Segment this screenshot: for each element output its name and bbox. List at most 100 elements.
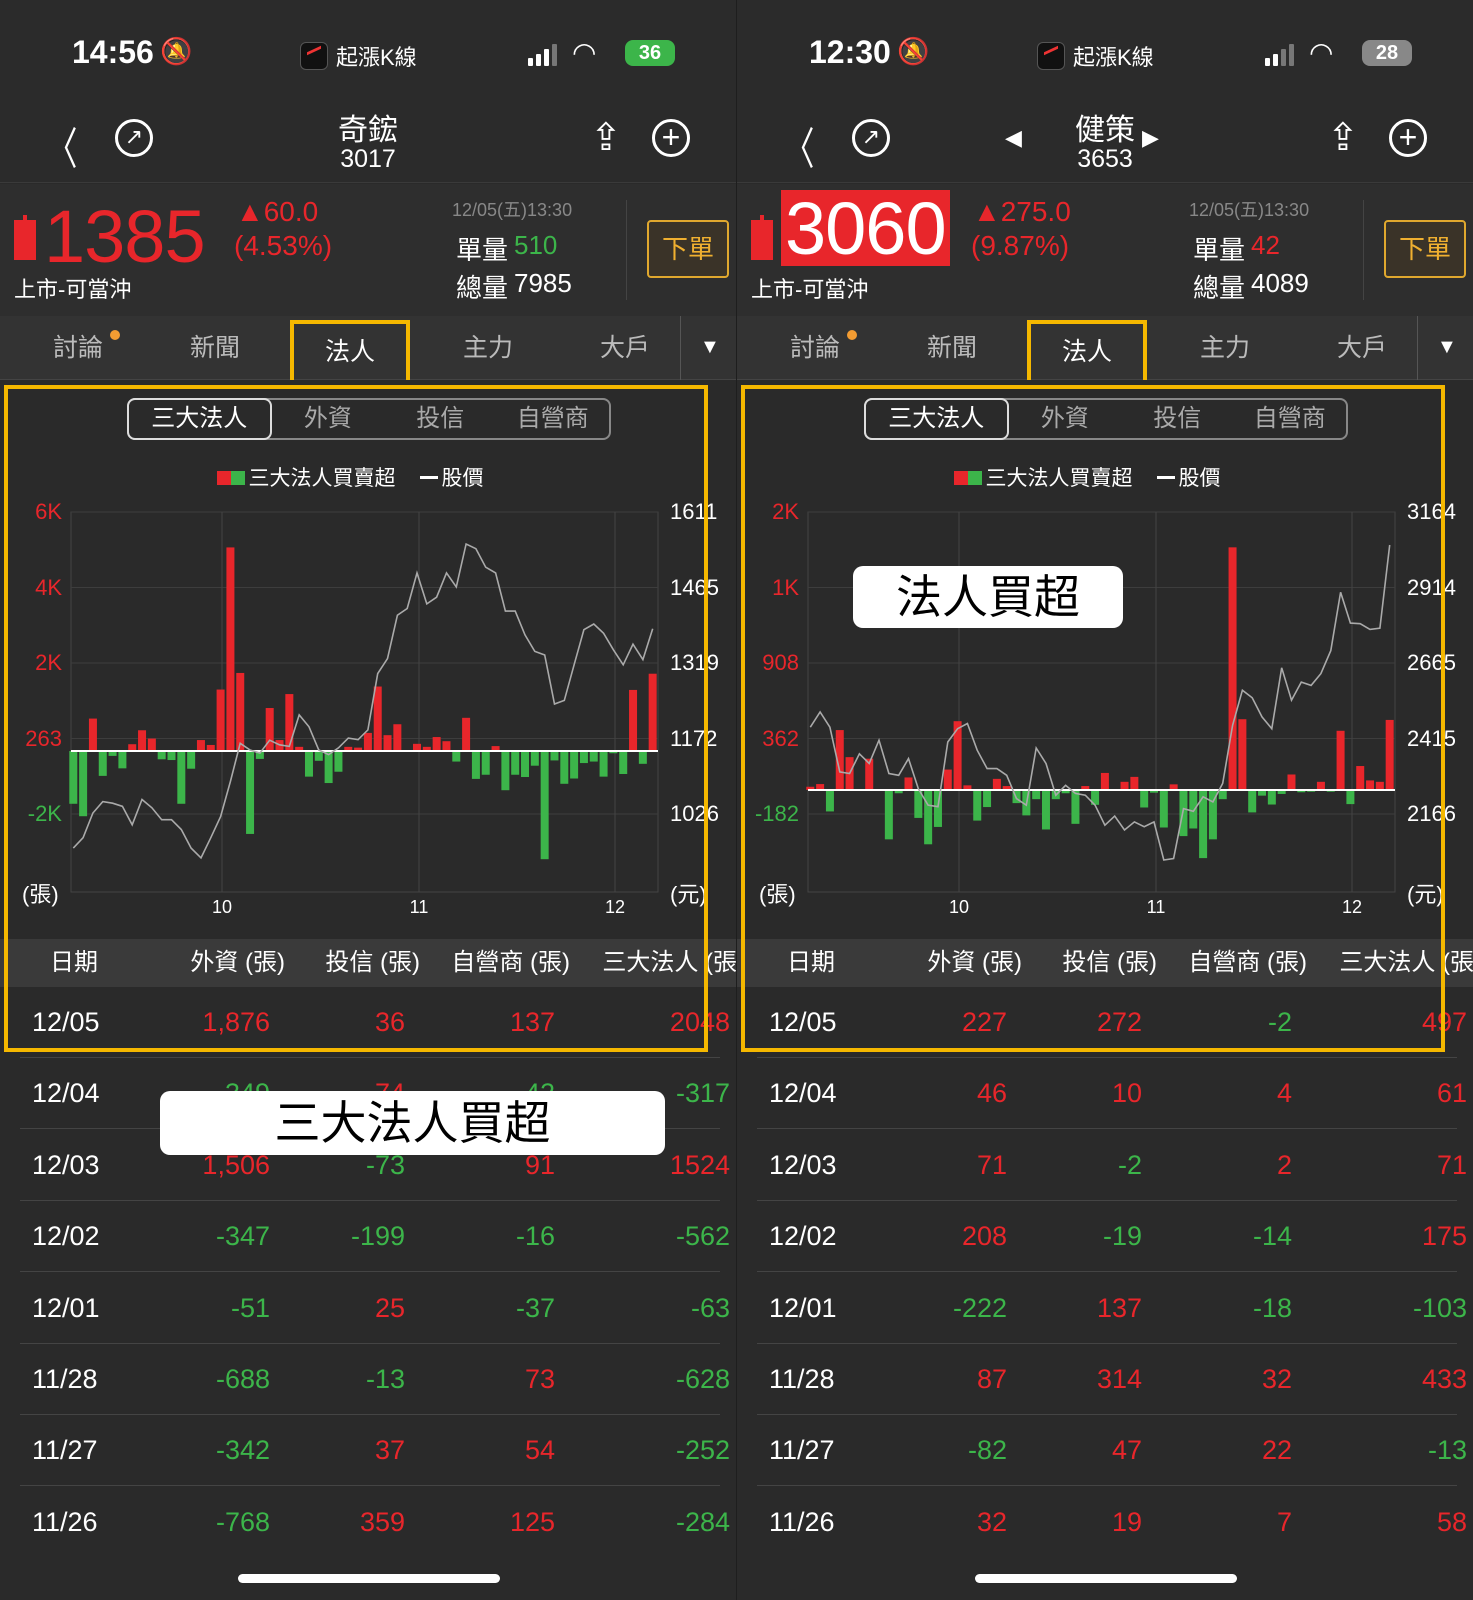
next-stock-button[interactable]: ▶ [1142,125,1159,151]
tab-3[interactable]: 主力 [1165,316,1285,380]
mute-bell-icon: 🔕 [160,36,193,66]
row-value: -14 [1252,1221,1292,1252]
status-app-name: 起漲K線 [1073,45,1154,70]
annotation-label: 三大法人買超 [160,1091,665,1155]
tab-2[interactable]: 法人 [1027,320,1147,380]
candle-icon [751,220,773,260]
more-tabs-chevron-icon[interactable]: ▼ [1437,336,1457,359]
phone-panel: 12:30 🔕 起漲K線 ◠ 28 〈 ↗ 健策 3653 ◀ ▶ ⇪ +3060 ▲275.0 (9.87… [737,0,1473,1600]
home-indicator[interactable] [975,1574,1237,1583]
row-date: 12/02 [769,1221,837,1252]
row-value: -13 [1427,1435,1467,1466]
volume-value: 510 [514,230,558,260]
volume-label: 單量 [456,235,509,265]
row-value: -628 [675,1364,730,1394]
stock-code: 3017 [340,145,396,173]
row-value: -347 [215,1221,270,1252]
phone-panel: 14:56 🔕 起漲K線 ◠ 36 〈 ↗ 奇鋐 3017 ⇪ +1385 ▲60.0 (4.53%) 上… [0,0,736,1600]
status-time: 12:30 [809,34,891,70]
row-value: 32 [1261,1364,1292,1394]
price-change-pct: (9.87%) [971,230,1070,261]
table-row[interactable]: 11/28 87 314 32 433 [757,1344,1467,1415]
home-indicator[interactable] [238,1574,500,1583]
order-button[interactable]: 下單 [1384,220,1466,278]
tab-0[interactable]: 討論 [755,316,875,380]
total-label: 總量 [1193,273,1246,303]
stock-name: 奇鋐 [338,114,398,147]
row-date: 12/01 [769,1292,837,1323]
row-date: 11/28 [769,1364,835,1394]
status-app-name: 起漲K線 [336,45,417,70]
tab-1[interactable]: 新聞 [155,316,275,380]
status-app: 起漲K線 [1037,40,1154,72]
status-bar: 14:56 🔕 起漲K線 ◠ 36 [0,0,736,95]
battery-indicator: 36 [625,40,675,66]
tab-bar: 討論 新聞 法人 主力 大戶 ▼ [737,316,1473,380]
add-icon[interactable]: + [1389,119,1427,157]
notification-dot [847,330,857,340]
bottom-mask [737,1535,1473,1600]
row-value: -2 [1117,1149,1142,1180]
battery-indicator: 28 [1362,40,1412,66]
row-value: -688 [215,1364,270,1394]
notification-dot [110,330,120,340]
row-value: -222 [952,1292,1007,1323]
row-value: 46 [976,1078,1007,1109]
order-button[interactable]: 下單 [647,220,729,278]
wifi-icon: ◠ [1309,37,1334,68]
table-row[interactable]: 12/01 -51 25 -37 -63 [20,1273,730,1344]
row-value: 137 [1096,1292,1142,1323]
tab-0[interactable]: 討論 [18,316,138,380]
last-price: 3060 [781,190,950,268]
row-value: -16 [515,1221,555,1252]
row-value: 22 [1261,1435,1292,1466]
row-value: 73 [524,1364,555,1394]
row-value: 71 [1436,1149,1467,1180]
more-tabs-chevron-icon[interactable]: ▼ [700,336,720,359]
row-date: 11/27 [769,1435,835,1466]
row-value: 47 [1111,1435,1142,1466]
table-row[interactable]: 12/04 46 10 4 61 [757,1058,1467,1130]
table-row[interactable]: 11/28 -688 -13 73 -628 [20,1344,730,1415]
share-icon[interactable]: ⇪ [1327,115,1359,160]
share-icon[interactable]: ⇪ [590,115,622,160]
annotation-label: 法人買超 [853,566,1123,628]
tabs-divider [680,316,681,380]
quote-divider [626,200,627,300]
signal-icon [528,42,557,66]
row-date: 11/27 [32,1435,98,1466]
row-value: -199 [350,1221,405,1252]
tab-4[interactable]: 大戶 [565,316,685,380]
prev-stock-button[interactable]: ◀ [1005,125,1022,151]
table-row[interactable]: 12/03 71 -2 2 71 [757,1130,1467,1201]
last-price: 1385 [44,195,206,278]
tab-2[interactable]: 法人 [290,320,410,380]
tab-4[interactable]: 大戶 [1302,316,1422,380]
add-icon[interactable]: + [652,119,690,157]
row-value: 87 [976,1364,1007,1394]
mute-bell-icon: 🔕 [897,36,930,66]
row-date: 11/28 [32,1364,98,1394]
volume-label: 單量 [1193,235,1246,265]
market-label: 上市-可當沖 [751,277,869,302]
table-row[interactable]: 11/27 -342 37 54 -252 [20,1415,730,1487]
tab-1[interactable]: 新聞 [892,316,1012,380]
tab-3[interactable]: 主力 [428,316,548,380]
row-value: -19 [1102,1221,1142,1252]
tab-bar: 討論 新聞 法人 主力 大戶 ▼ [0,316,736,380]
app-logo-icon [300,42,328,70]
table-row[interactable]: 12/01 -222 137 -18 -103 [757,1273,1467,1344]
table-row[interactable]: 12/02 -347 -199 -16 -562 [20,1201,730,1273]
row-value: 175 [1421,1221,1467,1252]
row-value: -82 [967,1435,1007,1466]
table-row[interactable]: 11/27 -82 47 22 -13 [757,1415,1467,1487]
row-value: 25 [374,1292,405,1323]
wifi-icon: ◠ [572,37,597,68]
quote-datetime: 12/05(五)13:30 [1189,200,1310,220]
row-value: 4 [1276,1078,1292,1109]
row-date: 12/01 [32,1292,100,1323]
price-change: ▲275.0 [973,196,1071,227]
tabs-divider [1417,316,1418,380]
table-row[interactable]: 12/02 208 -19 -14 175 [757,1201,1467,1273]
total-label: 總量 [456,273,509,303]
